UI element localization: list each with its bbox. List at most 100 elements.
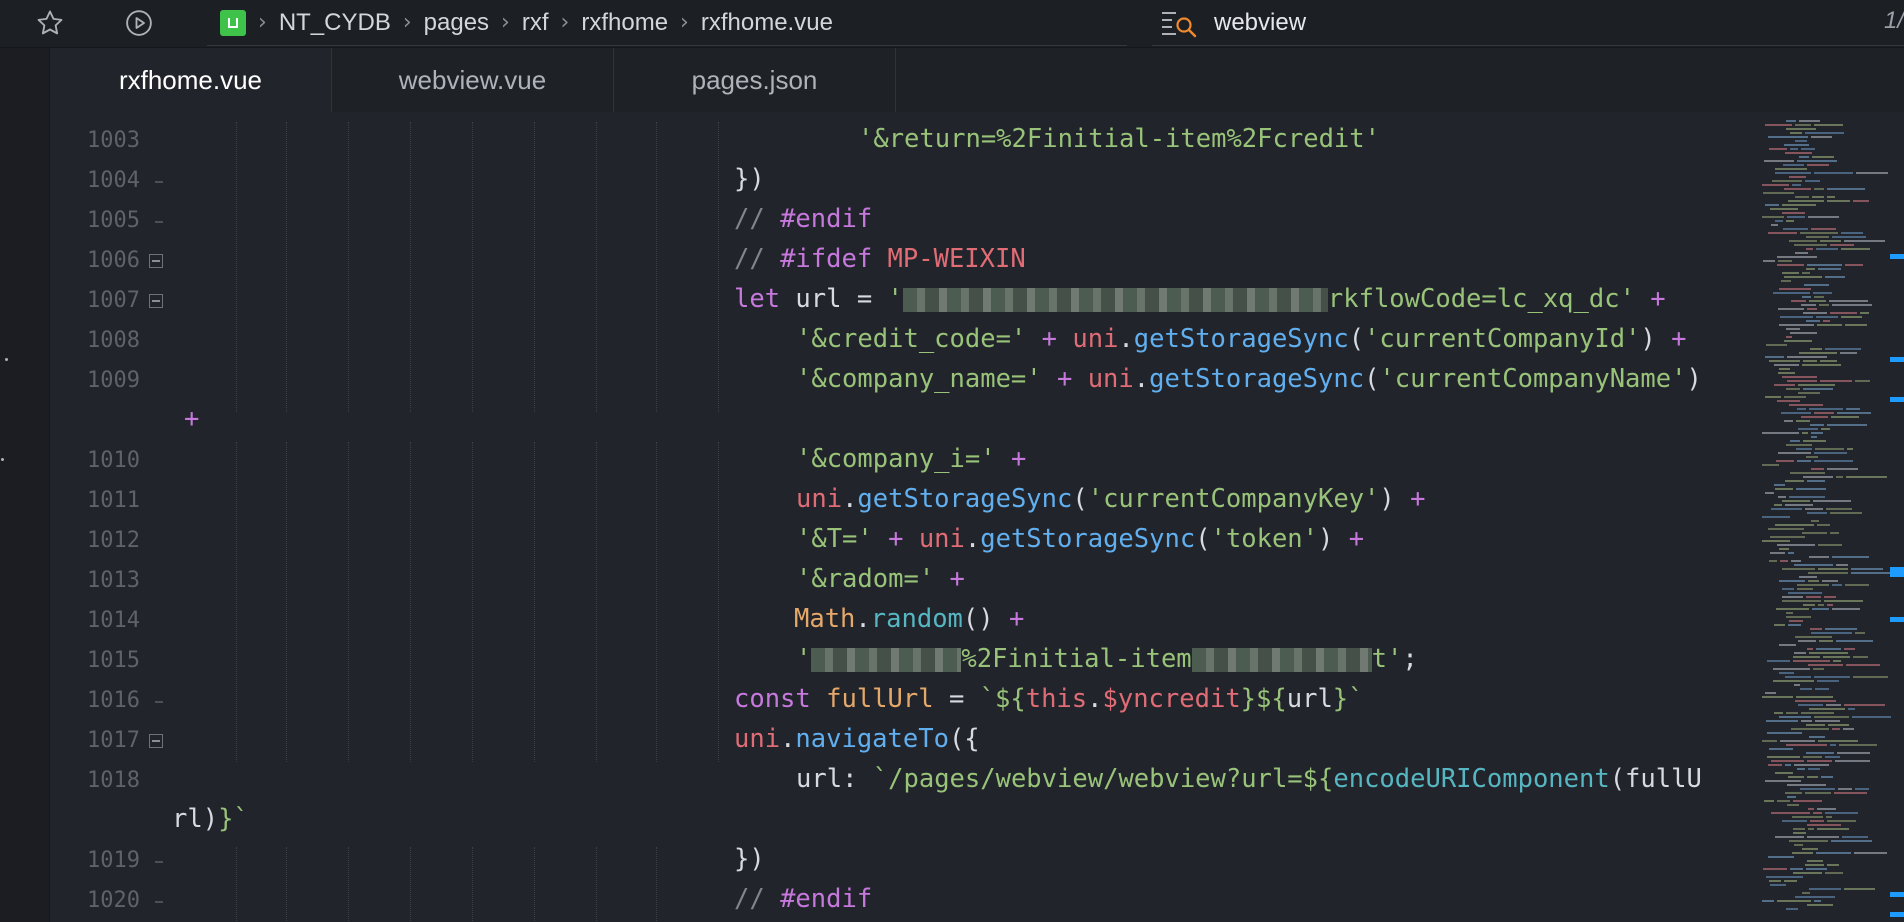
minimap-line	[1763, 192, 1794, 194]
run-icon[interactable]	[122, 6, 156, 40]
minimap-line	[1809, 652, 1848, 654]
code-line-1007[interactable]: let url = ' rkflowCode=lc_xq_dc' +	[734, 284, 1666, 314]
template-literal: `${	[979, 684, 1026, 714]
minimap-line	[1798, 704, 1823, 706]
keyword: const	[734, 684, 811, 714]
indent-guide	[410, 122, 411, 412]
minimap-line	[1799, 120, 1820, 122]
minimap[interactable]	[1742, 112, 1904, 922]
minimap-line	[1827, 196, 1835, 198]
minimap-line	[1805, 180, 1820, 182]
code-line-1006[interactable]: // #ifdef MP-WEIXIN	[734, 244, 1026, 274]
minimap-line	[1766, 720, 1798, 722]
minimap-line	[1772, 180, 1802, 182]
code-line-1011[interactable]: uni.getStorageSync('currentCompanyKey') …	[796, 484, 1426, 514]
minimap-line	[1841, 232, 1863, 234]
minimap-line	[1819, 640, 1833, 642]
code-line-1012[interactable]: '&T=' + uni.getStorageSync('token') +	[796, 524, 1364, 554]
star-icon[interactable]	[33, 6, 67, 40]
minimap-line	[1846, 408, 1860, 410]
search-bar[interactable]: webview 1/	[1152, 0, 1904, 46]
minimap-line	[1822, 580, 1838, 582]
indent-guide	[472, 442, 473, 762]
code-line-1013[interactable]: '&radom=' +	[796, 564, 965, 594]
code-editor[interactable]: 1003 1004 1005 1006 1007 1008 1009 1010 …	[50, 112, 1742, 922]
code-token: url	[1286, 684, 1333, 714]
code-line-1016[interactable]: const fullUrl = `${this.$yncredit}${url}…	[734, 684, 1364, 714]
code-line-1018-wrap[interactable]: rl)}`	[172, 804, 249, 834]
code-line-1019[interactable]: })	[734, 844, 765, 874]
code-line-1014[interactable]: Math.random() +	[794, 604, 1024, 634]
minimap-line	[1779, 548, 1789, 550]
minimap-line	[1771, 812, 1810, 814]
minimap-line	[1779, 644, 1796, 646]
minimap-line	[1794, 844, 1803, 846]
fold-collapse-icon[interactable]	[149, 254, 163, 268]
minimap-line	[1787, 380, 1817, 382]
search-match-count: 1/	[1883, 7, 1904, 34]
code-line-1004[interactable]: })	[734, 164, 765, 194]
code-token: .	[1118, 324, 1134, 354]
code-line-1017[interactable]: uni.navigateTo({	[734, 724, 980, 754]
minimap-line	[1823, 320, 1830, 322]
minimap-line	[1808, 216, 1839, 218]
indicator-dot	[5, 358, 8, 361]
minimap-line	[1813, 500, 1851, 502]
code-line-1009-wrap[interactable]: +	[184, 404, 199, 434]
fold-collapse-icon[interactable]	[149, 734, 163, 748]
code-line-1020[interactable]: // #endif	[734, 884, 872, 914]
code-line-1015[interactable]: ' %2Finitial-item t';	[796, 644, 1418, 674]
minimap-line	[1784, 396, 1806, 398]
tab-rxfhome-vue[interactable]: rxfhome.vue	[50, 48, 332, 112]
minimap-line	[1805, 864, 1824, 866]
breadcrumb-item[interactable]: NT_CYDB	[279, 9, 391, 37]
tab-pages-json[interactable]: pages.json	[614, 48, 896, 112]
code-line-1009[interactable]: '&company_name=' + uni.getStorageSync('c…	[796, 364, 1702, 394]
indent-guide	[656, 442, 657, 762]
minimap-line	[1826, 816, 1832, 818]
minimap-line	[1767, 732, 1802, 734]
minimap-line	[1786, 444, 1812, 446]
code-line-1003[interactable]: '&return=%2Finitial-item%2Fcredit'	[858, 124, 1380, 154]
minimap-line	[1775, 772, 1793, 774]
code-line-1008[interactable]: '&credit_code=' + uni.getStorageSync('cu…	[796, 324, 1687, 354]
minimap-line	[1785, 480, 1804, 482]
minimap-line	[1807, 512, 1827, 514]
line-number: 1014	[87, 608, 140, 633]
minimap-line	[1832, 556, 1869, 558]
minimap-line	[1804, 284, 1829, 286]
minimap-line	[1801, 304, 1816, 306]
minimap-line	[1806, 320, 1820, 322]
minimap-line	[1811, 520, 1819, 522]
breadcrumb-item[interactable]: pages	[424, 9, 489, 37]
tab-webview-vue[interactable]: webview.vue	[332, 48, 614, 112]
minimap-line	[1816, 248, 1838, 250]
indent-guide	[656, 122, 657, 412]
code-line-1018[interactable]: url: `/pages/webview/webview?url=${encod…	[796, 764, 1702, 794]
minimap-line	[1815, 688, 1829, 690]
code-token: (	[1195, 524, 1211, 554]
search-results-icon[interactable]	[1160, 8, 1200, 38]
minimap-line	[1789, 404, 1823, 406]
minimap-line	[1803, 360, 1817, 362]
code-line-1005[interactable]: // #endif	[734, 204, 872, 234]
minimap-line	[1789, 620, 1803, 622]
search-input[interactable]: webview	[1214, 9, 1306, 37]
minimap-line	[1810, 628, 1822, 630]
minimap-line	[1854, 852, 1887, 854]
line-number: 1009	[87, 368, 140, 393]
breadcrumb-item[interactable]: rxfhome	[581, 9, 668, 37]
code-line-1010[interactable]: '&company_i=' +	[796, 444, 1026, 474]
minimap-line	[1767, 756, 1800, 758]
line-number: 1005	[87, 208, 140, 233]
minimap-line	[1844, 648, 1855, 650]
breadcrumb-item[interactable]: rxfhome.vue	[701, 9, 833, 37]
minimap-line	[1775, 220, 1783, 222]
operator: +	[1041, 364, 1088, 394]
minimap-line	[1802, 892, 1810, 894]
minimap-line	[1785, 792, 1802, 794]
minimap-line	[1782, 600, 1821, 602]
fold-collapse-icon[interactable]	[149, 294, 163, 308]
minimap-line	[1774, 364, 1799, 366]
breadcrumb-item[interactable]: rxf	[522, 9, 549, 37]
